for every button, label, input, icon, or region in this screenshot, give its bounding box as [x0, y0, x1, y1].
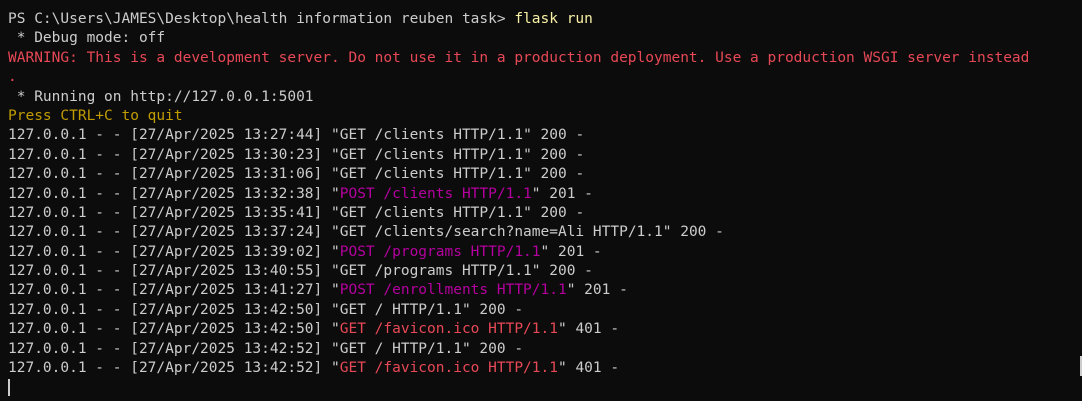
- log-prefix: 127.0.0.1 - - [27/Apr/2025 13:42:50] ": [8, 301, 340, 318]
- running-line: * Running on http://127.0.0.1:5001: [8, 88, 314, 105]
- log-prefix: 127.0.0.1 - - [27/Apr/2025 13:31:06] ": [8, 166, 340, 183]
- log-suffix: " 200 -: [461, 340, 524, 357]
- log-suffix: " 200 -: [523, 204, 585, 221]
- log-suffix: " 200 -: [523, 146, 585, 163]
- log-suffix: " 200 -: [523, 127, 585, 144]
- prompt-path: PS C:\Users\JAMES\Desktop\health informa…: [8, 11, 515, 27]
- log-request: POST /enrollments HTTP/1.1: [339, 282, 567, 299]
- log-line: 127.0.0.1 - - [27/Apr/2025 13:35:41] "GE…: [8, 204, 1082, 223]
- log-line: 127.0.0.1 - - [27/Apr/2025 13:32:38] "PO…: [8, 185, 1082, 204]
- log-line: 127.0.0.1 - - [27/Apr/2025 13:39:02] "PO…: [8, 243, 1082, 262]
- log-prefix: 127.0.0.1 - - [27/Apr/2025 13:32:38] ": [8, 185, 340, 202]
- log-request: GET / HTTP/1.1: [339, 301, 462, 318]
- log-prefix: 127.0.0.1 - - [27/Apr/2025 13:27:44] ": [8, 127, 340, 144]
- log-request: POST /programs HTTP/1.1: [339, 243, 541, 260]
- log-suffix: " 200 -: [662, 224, 724, 241]
- log-suffix: " 401 -: [557, 360, 620, 377]
- warning-tail: .: [8, 69, 17, 86]
- log-line: 127.0.0.1 - - [27/Apr/2025 13:37:24] "GE…: [8, 223, 1082, 242]
- log-prefix: 127.0.0.1 - - [27/Apr/2025 13:37:24] ": [8, 224, 340, 241]
- log-line: 127.0.0.1 - - [27/Apr/2025 13:42:50] "GE…: [8, 320, 1082, 339]
- log-line: 127.0.0.1 - - [27/Apr/2025 13:27:44] "GE…: [8, 126, 1082, 145]
- log-suffix: " 201 -: [540, 243, 602, 260]
- log-line: 127.0.0.1 - - [27/Apr/2025 13:40:55] "GE…: [8, 262, 1082, 281]
- log-request: GET /favicon.ico HTTP/1.1: [339, 360, 558, 377]
- log-prefix: 127.0.0.1 - - [27/Apr/2025 13:42:52] ": [8, 360, 340, 377]
- request-log: 127.0.0.1 - - [27/Apr/2025 13:27:44] "GE…: [8, 126, 1082, 378]
- prompt-line: PS C:\Users\JAMES\Desktop\health informa…: [8, 10, 1082, 29]
- log-prefix: 127.0.0.1 - - [27/Apr/2025 13:42:52] ": [8, 340, 340, 357]
- log-request: GET /clients HTTP/1.1: [339, 146, 524, 163]
- log-prefix: 127.0.0.1 - - [27/Apr/2025 13:41:27] ": [8, 282, 340, 299]
- log-suffix: " 201 -: [531, 185, 593, 202]
- window-bottom-edge: [0, 401, 1082, 405]
- warning-line: WARNING: This is a development server. D…: [8, 49, 1030, 66]
- debug-line: * Debug mode: off: [8, 30, 166, 47]
- log-request: GET /clients HTTP/1.1: [339, 166, 524, 183]
- log-request: GET /clients HTTP/1.1: [339, 127, 524, 144]
- log-suffix: " 201 -: [566, 282, 628, 299]
- log-line: 127.0.0.1 - - [27/Apr/2025 13:30:23] "GE…: [8, 146, 1082, 165]
- log-line: 127.0.0.1 - - [27/Apr/2025 13:41:27] "PO…: [8, 281, 1082, 300]
- log-suffix: " 200 -: [461, 301, 524, 318]
- log-request: GET /favicon.ico HTTP/1.1: [339, 321, 558, 338]
- terminal-window[interactable]: PS C:\Users\JAMES\Desktop\health informa…: [0, 0, 1082, 405]
- log-request: GET /clients/search?name=Ali HTTP/1.1: [339, 224, 663, 241]
- log-prefix: 127.0.0.1 - - [27/Apr/2025 13:39:02] ": [8, 243, 340, 260]
- command-text: flask run: [514, 11, 593, 27]
- log-request: GET / HTTP/1.1: [339, 340, 462, 357]
- log-prefix: 127.0.0.1 - - [27/Apr/2025 13:35:41] ": [8, 204, 340, 221]
- log-line: 127.0.0.1 - - [27/Apr/2025 13:42:52] "GE…: [8, 340, 1082, 359]
- log-request: POST /clients HTTP/1.1: [339, 185, 532, 202]
- log-line: 127.0.0.1 - - [27/Apr/2025 13:42:50] "GE…: [8, 301, 1082, 320]
- log-line: 127.0.0.1 - - [27/Apr/2025 13:31:06] "GE…: [8, 165, 1082, 184]
- quit-line: Press CTRL+C to quit: [8, 107, 183, 124]
- log-request: GET /programs HTTP/1.1: [339, 263, 532, 280]
- log-suffix: " 200 -: [523, 166, 585, 183]
- cursor-line[interactable]: [8, 378, 1082, 397]
- log-suffix: " 200 -: [531, 263, 593, 280]
- log-suffix: " 401 -: [557, 321, 620, 338]
- log-prefix: 127.0.0.1 - - [27/Apr/2025 13:40:55] ": [8, 263, 340, 280]
- log-line: 127.0.0.1 - - [27/Apr/2025 13:42:52] "GE…: [8, 359, 1082, 378]
- text-cursor: [8, 378, 10, 396]
- log-prefix: 127.0.0.1 - - [27/Apr/2025 13:42:50] ": [8, 321, 340, 338]
- log-request: GET /clients HTTP/1.1: [339, 204, 524, 221]
- log-prefix: 127.0.0.1 - - [27/Apr/2025 13:30:23] ": [8, 146, 340, 163]
